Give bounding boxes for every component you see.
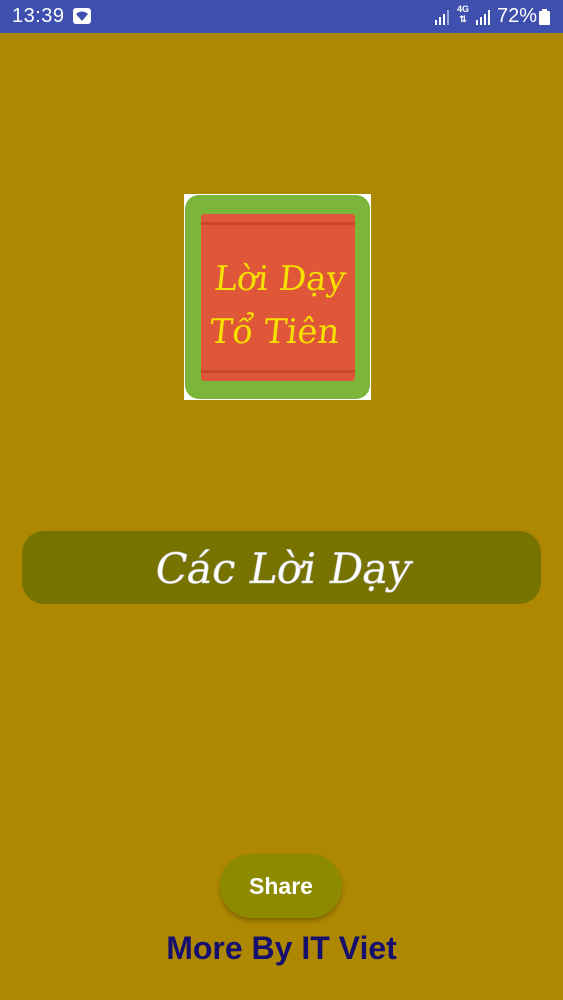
wifi-icon	[73, 8, 91, 24]
logo-panel: Lời Dạy Tổ Tiên	[201, 214, 355, 381]
app-screen: 13:39 4G ⇅ 72% Lời Dạy Tổ Tiên Các Lời D…	[0, 0, 563, 1000]
battery-percent: 72%	[497, 5, 538, 27]
share-button[interactable]: Share	[220, 854, 342, 918]
signal-icon	[476, 10, 490, 25]
signal-icon	[435, 10, 449, 25]
logo-frame: Lời Dạy Tổ Tiên	[185, 195, 370, 399]
app-logo: Lời Dạy Tổ Tiên	[184, 194, 371, 400]
logo-title-graphic: Lời Dạy Tổ Tiên	[208, 259, 349, 352]
battery-icon	[539, 9, 550, 25]
status-time: 13:39	[12, 5, 65, 27]
more-by-it-viet-link[interactable]: More By IT Viet	[0, 930, 563, 967]
cac-loi-day-button[interactable]: Các Lời Dạy	[22, 531, 541, 604]
status-bar: 13:39 4G ⇅ 72%	[0, 0, 563, 33]
logo-line-2: Tổ Tiên	[208, 312, 342, 352]
cac-loi-day-label: Các Lời Dạy	[151, 544, 416, 593]
network-type-label: 4G ⇅	[456, 4, 469, 24]
logo-line-1: Lời Dạy	[212, 259, 348, 299]
